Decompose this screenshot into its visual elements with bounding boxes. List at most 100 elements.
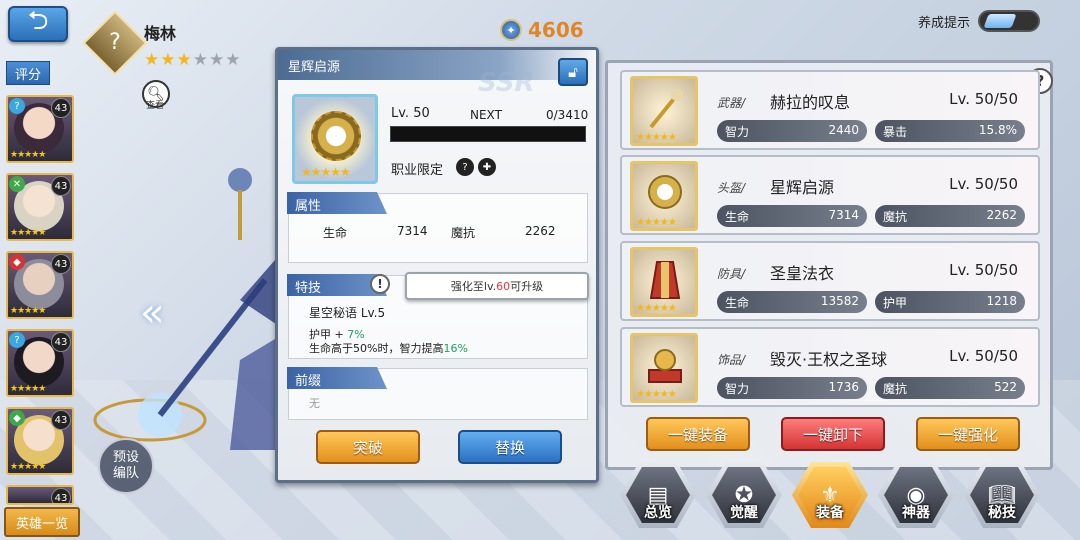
toggle-knob (983, 14, 1017, 28)
item-title: 星辉启源 (278, 50, 596, 80)
equip-slot-armor[interactable]: ★★★★★ 防具/ 圣皇法衣 Lv. 50/50 生命 13582 护甲 1218 (620, 241, 1040, 321)
hero-card[interactable]: ? 43 ★★★★★ (6, 329, 74, 397)
attributes-section: 属性 生命 7314 魔抗 2262 (287, 192, 588, 263)
hero-list-button[interactable]: 英雄一览 (4, 507, 80, 537)
equip-stat-1: 智力 1736 (717, 377, 867, 399)
breakthrough-button[interactable]: 突破 (316, 430, 420, 464)
prefix-section: 前缀 无 (287, 367, 588, 420)
equip-name: 星辉启源 (770, 178, 835, 197)
class-icon: ◆ (9, 254, 25, 270)
sun-emblem-icon (311, 111, 361, 161)
power-display: ✦ 4606 (500, 18, 584, 42)
warning-icon[interactable]: ! (370, 274, 390, 294)
tips-toggle[interactable] (978, 10, 1041, 32)
hero-level-badge: 43 (51, 254, 71, 274)
hero-card[interactable]: ◆ 43 ★★★★★ (6, 251, 74, 319)
cross-class-icon[interactable]: ✚ (478, 158, 496, 176)
hero-level-badge: 43 (51, 176, 71, 196)
equip-slot-helmet[interactable]: ★★★★★ 头盔/ 星辉启源 Lv. 50/50 生命 7314 魔抗 2262 (620, 155, 1040, 235)
equip-stat-2: 护甲 1218 (875, 291, 1025, 313)
hero-level-badge: 43 (51, 410, 71, 430)
equip-name: 圣皇法衣 (770, 264, 835, 283)
equip-type: 饰品/ (717, 353, 746, 367)
nav-label: 秘技 (988, 505, 1016, 521)
equip-level: Lv. 50/50 (949, 261, 1018, 279)
growth-tips: 养成提示 (918, 10, 1041, 32)
upgrade-tooltip: 强化至lv. 60 可升级 (405, 272, 589, 300)
hero-level-badge: 43 (51, 488, 71, 503)
equip-name: 赫拉的叹息 (770, 93, 851, 112)
equip-type: 头盔/ (717, 181, 746, 195)
hero-level-badge: 43 (51, 98, 71, 118)
hero-stars: ★★★★★ (10, 228, 46, 238)
nav-secret-skill[interactable]: 📖︎ 秘技 (964, 462, 1040, 540)
hero-stars: ★★★★★ (10, 150, 46, 160)
prev-hero-arrow-icon[interactable]: « (140, 290, 164, 336)
hero-stars: ★★★★★ (10, 462, 46, 472)
equip-stat-2: 暴击 15.8% (875, 120, 1025, 142)
orb-icon: ★★★★★ (630, 333, 698, 403)
hero-rarity-stars: ★★★★★★ (144, 50, 242, 70)
weapon-icon: ★★★★★ (630, 76, 698, 146)
class-icon: ✕ (9, 176, 25, 192)
class-icon: ◆ (9, 410, 25, 426)
hero-card[interactable]: ✕ 43 ★★★★★ (6, 173, 74, 241)
nav-artifact[interactable]: ◉ 神器 (878, 462, 954, 540)
back-button[interactable]: ⮌ (8, 6, 68, 42)
equip-slot-weapon[interactable]: ★★★★★ 武器/ 赫拉的叹息 Lv. 50/50 智力 2440 暴击 15.8% (620, 70, 1040, 150)
rating-button[interactable]: 评分 (6, 61, 50, 85)
equip-stat-1: 智力 2440 (717, 120, 867, 142)
hero-stars: ★★★★★ (10, 306, 46, 316)
preset-label-1: 预设 (112, 450, 139, 465)
skill-name: 星空秘语 Lv.5 (309, 306, 386, 320)
hp-label: 生命 (323, 226, 348, 240)
hero-card[interactable]: ? 43 ★★★★★ (6, 95, 74, 163)
equip-level: Lv. 50/50 (949, 175, 1018, 193)
prefix-value: 无 (309, 397, 320, 410)
tips-label: 养成提示 (918, 15, 971, 31)
hero-card[interactable]: 43 (6, 485, 74, 505)
nav-awaken[interactable]: ✪ 觉醒 (706, 462, 782, 540)
enhance-all-button[interactable]: 一键强化 (916, 417, 1020, 451)
equip-level: Lv. 50/50 (949, 90, 1018, 108)
skill-effect-2: 生命高于50%时，智力提高16% (309, 342, 468, 355)
preset-team-button[interactable]: 预设 编队 (98, 438, 154, 494)
power-value: 4606 (528, 18, 584, 42)
class-badge-icon: ? (82, 10, 148, 76)
nav-label: 装备 (816, 505, 844, 521)
nav-label: 总览 (644, 505, 672, 521)
attributes-tab: 属性 (287, 192, 387, 214)
helmet-icon: ★★★★★ (630, 161, 698, 231)
hero-level-badge: 43 (51, 332, 71, 352)
hero-stars: ★★★★★ (10, 384, 46, 394)
robe-icon: ★★★★★ (630, 247, 698, 317)
mres-value: 2262 (525, 224, 556, 238)
job-limit-label: 职业限定 (391, 163, 444, 178)
equip-stat-2: 魔抗 2262 (875, 205, 1025, 227)
back-arrow-icon: ⮌ (27, 6, 49, 36)
question-class-icon[interactable]: ? (456, 158, 474, 176)
item-icon: ★★★★★ (292, 94, 378, 184)
hp-value: 7314 (397, 224, 428, 238)
unlock-icon: 🔓︎ (568, 63, 578, 81)
prefix-tab: 前缀 (287, 367, 387, 389)
lock-button[interactable]: 🔓︎ (558, 58, 588, 86)
item-detail-panel: 星辉启源 SSR 🔓︎ ★★★★★ Lv. 50 NEXT 0/3410 职业限… (275, 47, 599, 483)
equip-stat-2: 魔抗 522 (875, 377, 1025, 399)
nav-overview[interactable]: ▤ 总览 (620, 462, 696, 540)
equip-level: Lv. 50/50 (949, 347, 1018, 365)
ssr-watermark: SSR (478, 68, 535, 98)
equip-slot-accessory[interactable]: ★★★★★ 饰品/ 毁灭·王权之圣球 Lv. 50/50 智力 1736 魔抗 52… (620, 327, 1040, 407)
equip-all-button[interactable]: 一键装备 (646, 417, 750, 451)
hero-card[interactable]: ◆ 43 ★★★★★ (6, 407, 74, 475)
next-label: NEXT (470, 108, 502, 122)
replace-button[interactable]: 替换 (458, 430, 562, 464)
equip-type: 武器/ (717, 96, 746, 110)
hero-name: 梅林 (144, 24, 177, 43)
mres-label: 魔抗 (451, 226, 476, 240)
nav-equipment[interactable]: ⚜ 装备 (792, 462, 868, 540)
view-label: 查看 (146, 101, 165, 111)
power-icon: ✦ (500, 19, 522, 41)
unequip-all-button[interactable]: 一键卸下 (781, 417, 885, 451)
exp-text: 0/3410 (546, 108, 589, 122)
